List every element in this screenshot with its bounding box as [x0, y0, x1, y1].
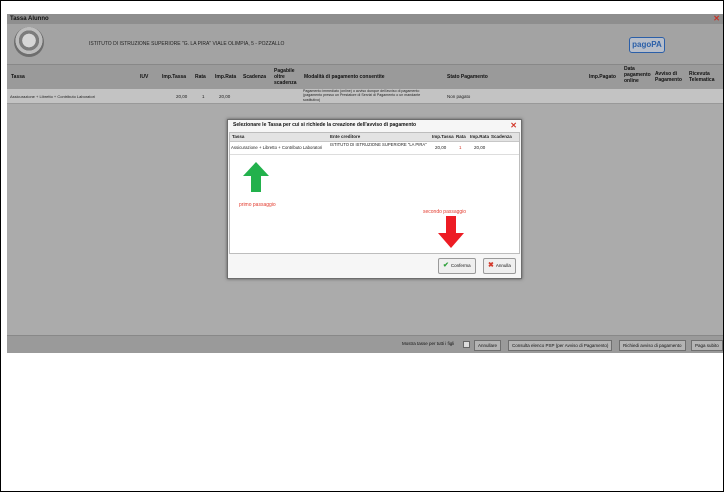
col-scadenza: Scadenza — [243, 74, 267, 80]
col-imp-pagato: Imp.Pagato — [589, 74, 616, 80]
step1-label: primo passaggio — [239, 202, 276, 208]
dcell-ente: ISTITUTO DI ISTRUZIONE SUPERIORE "LA PIR… — [330, 142, 427, 147]
confirm-label: Conferma — [450, 263, 471, 268]
cell-stato: Non pagato — [447, 94, 471, 99]
confirm-button[interactable]: ✔ Conferma — [438, 258, 476, 274]
dcell-tassa: Assicurazione + Libretto + Contributo La… — [231, 145, 323, 150]
dialog-close-icon[interactable]: ✕ — [510, 120, 517, 131]
col-tassa: Tassa — [11, 74, 25, 80]
all-children-checkbox[interactable] — [463, 341, 470, 348]
step1-arrow-icon — [243, 162, 269, 192]
screenshot-frame: Tassa Alunno ✕ ISTITUTO DI ISTRUZIONE SU… — [0, 0, 724, 492]
col-rata: Rata — [195, 74, 206, 80]
dcell-imp-tassa: 20,00 — [435, 145, 447, 150]
dialog-title: Selezionare le Tassa per cui si richiede… — [233, 122, 417, 128]
window-titlebar: Tassa Alunno ✕ — [7, 14, 723, 24]
col-pagabile: Pagabile oltre scadenza — [274, 68, 297, 86]
avviso-dialog: Selezionare le Tassa per cui si richiede… — [227, 119, 522, 279]
col-imp-tassa: Imp.Tassa — [162, 74, 187, 80]
table-header: Tassa IUV Imp.Tassa Rata Imp.Rata Scaden… — [7, 64, 723, 90]
col-iuv: IUV — [140, 74, 149, 80]
dialog-table-row[interactable]: Assicurazione + Libretto + Contributo La… — [230, 142, 519, 155]
cell-rata: 1 — [202, 94, 205, 99]
cancel-button[interactable]: ✖ Annulla — [483, 258, 516, 274]
cell-imp-tassa: 20,00 — [176, 94, 188, 99]
col-modalita: Modalità di pagamento consentite — [304, 74, 385, 80]
republic-emblem-icon — [14, 27, 44, 57]
dcol-imp-tassa: Imp.Tassa — [432, 134, 454, 139]
dcol-scadenza: Scadenza — [491, 134, 512, 139]
col-data-pagamento: Data pagamento online — [624, 66, 651, 84]
col-stato: Stato Pagamento — [447, 74, 488, 80]
cell-imp-rata: 20,00 — [219, 94, 231, 99]
col-imp-rata: Imp.Rata — [215, 74, 237, 80]
cancel-label: Annulla — [495, 263, 511, 268]
footer-toolbar: Mostra tasse per tutti i figli Annullare… — [7, 335, 723, 353]
window-title: Tassa Alunno — [10, 16, 49, 22]
cell-tassa: Assicurazione + Libretto + Contributo La… — [10, 94, 95, 99]
pay-now-button[interactable]: Paga subito — [691, 340, 723, 351]
school-header: ISTITUTO DI ISTRUZIONE SUPERIORE "G. LA … — [7, 24, 723, 64]
table-row[interactable]: Assicurazione + Libretto + Contributo La… — [7, 89, 723, 104]
dcol-imp-rata: Imp.Rata — [470, 134, 490, 139]
dialog-table-header: Tassa Ente creditore Imp.Tassa Rata Imp.… — [230, 133, 519, 142]
col-avviso: Avviso di Pagamento — [655, 71, 682, 83]
dcol-tassa: Tassa — [232, 134, 245, 139]
cancel-x-icon: ✖ — [488, 262, 494, 269]
col-ricevuta: Ricevuta Telematica — [689, 71, 715, 83]
psp-list-button[interactable]: Consulta elenco PSP (per Avviso di Pagam… — [508, 340, 613, 351]
pagopa-logo: pagoPA — [629, 37, 665, 53]
cell-modalita: Pagamento immediato (online) o avviso du… — [303, 89, 421, 102]
step2-label: secondo passaggio — [423, 209, 467, 215]
dialog-table: Tassa Ente creditore Imp.Tassa Rata Imp.… — [229, 132, 520, 254]
close-icon[interactable]: ✕ — [710, 14, 720, 24]
check-icon: ✔ — [443, 262, 449, 269]
school-name: ISTITUTO DI ISTRUZIONE SUPERIORE "G. LA … — [89, 41, 285, 47]
annullare-button[interactable]: Annullare — [474, 340, 502, 351]
dcol-ente: Ente creditore — [330, 134, 361, 139]
step2-arrow-icon — [438, 216, 464, 248]
app-window: Tassa Alunno ✕ ISTITUTO DI ISTRUZIONE SU… — [7, 14, 723, 353]
dcell-rata: 1 — [459, 145, 462, 150]
filter-label: Mostra tasse per tutti i figli — [402, 341, 455, 346]
dcell-imp-rata: 20,00 — [474, 145, 486, 150]
request-avviso-button[interactable]: Richiedi avviso di pagamento — [619, 340, 686, 351]
dcol-rata: Rata — [456, 134, 466, 139]
